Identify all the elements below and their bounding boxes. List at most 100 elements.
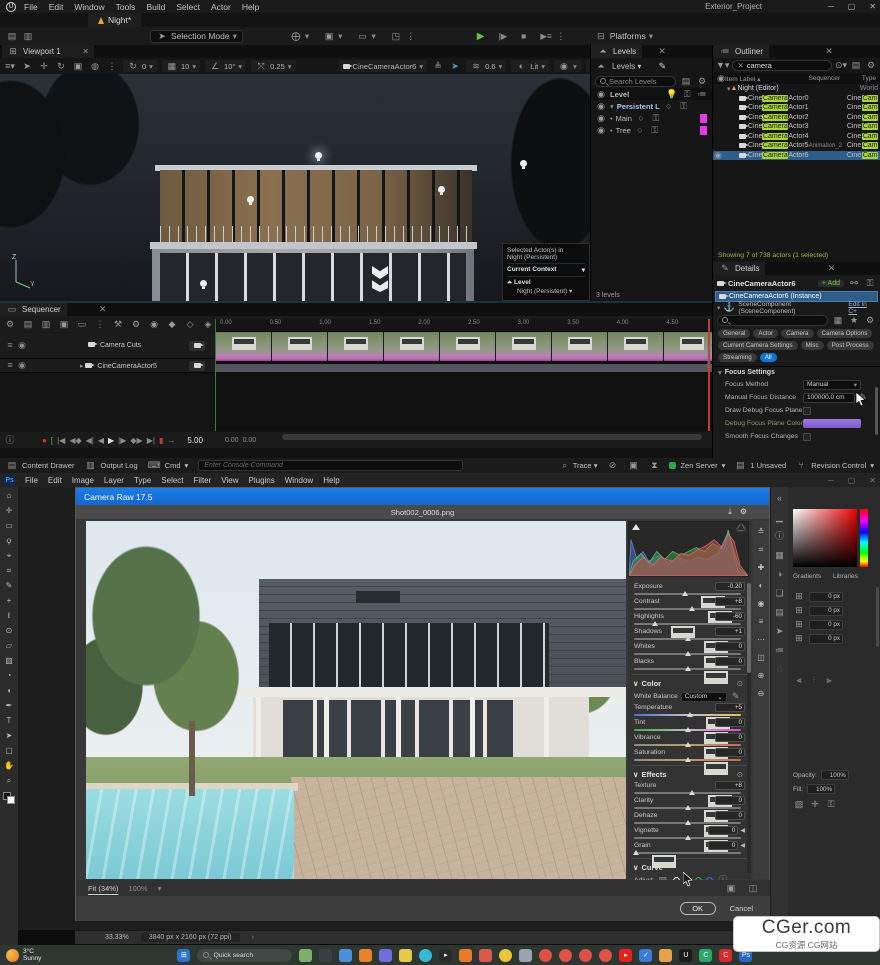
to-end-button[interactable]: ▶|	[147, 436, 155, 445]
slider-value[interactable]: 0	[708, 841, 738, 850]
adjustments-icon[interactable]: ◑	[774, 569, 786, 580]
select-tool-icon[interactable]: ➤	[21, 61, 33, 72]
edit-in-cpp-link[interactable]: Edit in C+	[848, 301, 876, 315]
devices-app-icon[interactable]	[339, 949, 352, 962]
slider-thumb[interactable]	[652, 621, 658, 626]
folder-icon[interactable]: ▤	[850, 60, 862, 71]
slider-track[interactable]	[634, 593, 741, 596]
outliner-row[interactable]: CineCameraActor3CineCam	[713, 122, 880, 132]
menu-window[interactable]: Window	[74, 2, 104, 12]
column-type[interactable]: Type	[862, 75, 876, 82]
play-reverse-button[interactable]: ◀	[98, 436, 104, 445]
dimension-field[interactable]: 0 px	[809, 620, 843, 630]
pizza-app-icon[interactable]	[659, 949, 672, 962]
slider-track[interactable]	[634, 623, 741, 626]
basic-shadows-slider[interactable]: Shadows+1	[628, 627, 751, 642]
sequencer-settings-icon[interactable]: ⚙	[4, 319, 16, 330]
edit-icon[interactable]: ≛	[755, 526, 767, 537]
collapse-icon[interactable]: «	[774, 493, 786, 504]
render-movie-icon[interactable]: ▣	[58, 319, 70, 330]
loop-start-bracket[interactable]: [	[51, 436, 53, 445]
menu-plugins[interactable]: Plugins	[249, 476, 275, 485]
issues-icon[interactable]: ⊘	[606, 460, 618, 471]
dimension-field[interactable]: 0 px	[809, 634, 843, 644]
shadow-clip-icon[interactable]	[632, 524, 640, 530]
sequencer-timeline[interactable]: 0.000.501.001.502.002.503.003.504.004.50	[215, 319, 712, 431]
viewport-camera-dropdown[interactable]: CineCameraActor6▾	[339, 60, 428, 72]
light-bulb-gizmo[interactable]	[438, 186, 445, 193]
slider-value[interactable]: +1	[715, 627, 745, 636]
acr-panel-scrollbar[interactable]	[747, 583, 751, 873]
viewport-options-icon[interactable]: ≡▾	[4, 61, 16, 72]
light-bulb-gizmo[interactable]	[315, 152, 322, 159]
slider-thumb[interactable]	[689, 606, 695, 611]
zoom-dropdown-icon[interactable]: ▾	[158, 884, 162, 893]
color-section-header[interactable]: ∨Color⊙	[628, 677, 751, 690]
light-bulb-gizmo[interactable]	[247, 196, 254, 203]
slider-thumb[interactable]	[685, 805, 691, 810]
menu-tools[interactable]: Tools	[116, 2, 136, 12]
slider-value[interactable]: -0.20	[715, 582, 745, 591]
slider-thumb[interactable]	[687, 712, 693, 717]
kebab-icon[interactable]: ⋮	[106, 61, 118, 72]
current-time[interactable]: 5.00	[187, 436, 203, 445]
camera-toggle-button[interactable]	[189, 361, 205, 371]
expand-arrow-icon[interactable]: ◀	[740, 827, 745, 834]
world-space-icon[interactable]: ◍	[89, 61, 101, 72]
weather-widget[interactable]: 3°CSunny	[6, 948, 41, 962]
step-back-button[interactable]: ◀|	[86, 436, 94, 445]
filter-chip-actor[interactable]: Actor	[753, 329, 778, 338]
slider-thumb[interactable]	[685, 636, 691, 641]
outliner-row[interactable]: ◉CineCameraActor6CineCam	[713, 151, 880, 161]
opacity-value[interactable]: 100%	[821, 770, 849, 780]
close-icon[interactable]: ✕	[869, 476, 876, 485]
channels-icon[interactable]: ▤	[774, 607, 786, 618]
slider-value[interactable]: 0	[715, 796, 745, 805]
show-flags-dropdown[interactable]: ◉▾	[554, 60, 581, 72]
property-dropdown[interactable]: Manual▾	[803, 380, 861, 390]
playback-options[interactable]: →	[167, 436, 175, 445]
preset-icon[interactable]: ⊙▾	[835, 60, 847, 71]
zen-server-dropdown[interactable]: Zen Server ▾	[669, 461, 725, 470]
basic-contrast-slider[interactable]: Contrast+8	[628, 597, 751, 612]
playhead[interactable]	[708, 319, 710, 431]
blur-tool-icon[interactable]: ◔	[4, 670, 15, 681]
camera-toggle-button[interactable]	[189, 341, 205, 351]
eye-icon[interactable]: ◉	[595, 113, 607, 124]
tab-levels[interactable]: ⏶Levels	[591, 45, 642, 58]
clapper-icon[interactable]: ▭	[76, 319, 88, 330]
slider-value[interactable]: 0	[715, 811, 745, 820]
blueprint-icon[interactable]: ⚯	[848, 278, 860, 289]
bulb-icon[interactable]: ○	[634, 125, 646, 136]
before-after-icon[interactable]: ◫	[755, 652, 767, 663]
paths-icon[interactable]: ➤	[774, 626, 786, 637]
comments-icon[interactable]: ◌	[774, 664, 786, 675]
outliner-row[interactable]: CineCameraActor1CineCam	[713, 103, 880, 113]
close-icon[interactable]: ✕	[82, 47, 89, 56]
dodge-tool-icon[interactable]: ◖	[4, 685, 15, 696]
slider-value[interactable]: 0	[715, 748, 745, 757]
slider-thumb[interactable]	[685, 727, 691, 732]
maximize-icon[interactable]: ▢	[848, 476, 856, 485]
level-row[interactable]: ◉•Main○⚿	[591, 112, 712, 124]
media-app-icon[interactable]: ▸	[439, 949, 452, 962]
dimension-field[interactable]: 0 px	[809, 592, 843, 602]
slider-track[interactable]	[634, 729, 741, 732]
column-sequencer[interactable]: Sequencer	[809, 75, 840, 82]
scale-snap-control[interactable]: ⤧0.25▾	[251, 60, 295, 72]
light-bulb-gizmo[interactable]	[200, 280, 207, 287]
rotation-snap-control[interactable]: ∠10°▾	[205, 60, 246, 72]
zoom-out-icon[interactable]: ⊖	[755, 688, 767, 699]
cancel-button[interactable]: Cancel	[730, 904, 753, 913]
tab-sequencer[interactable]: ▭Sequencer	[0, 303, 67, 316]
slider-thumb[interactable]	[685, 835, 691, 840]
slider-value[interactable]: 0	[708, 826, 738, 835]
diamond2-icon[interactable]: ◈	[202, 319, 214, 330]
property-checkbox[interactable]	[803, 433, 811, 441]
menu-image[interactable]: Image	[72, 476, 94, 485]
close-icon[interactable]: ✕	[823, 46, 835, 57]
diamond-icon[interactable]: ◇	[184, 319, 196, 330]
youtube-app-icon[interactable]: ▸	[619, 949, 632, 962]
content-browser-icon[interactable]: ▥	[22, 31, 34, 42]
unsaved-button[interactable]: ▤1 Unsaved	[734, 460, 786, 471]
